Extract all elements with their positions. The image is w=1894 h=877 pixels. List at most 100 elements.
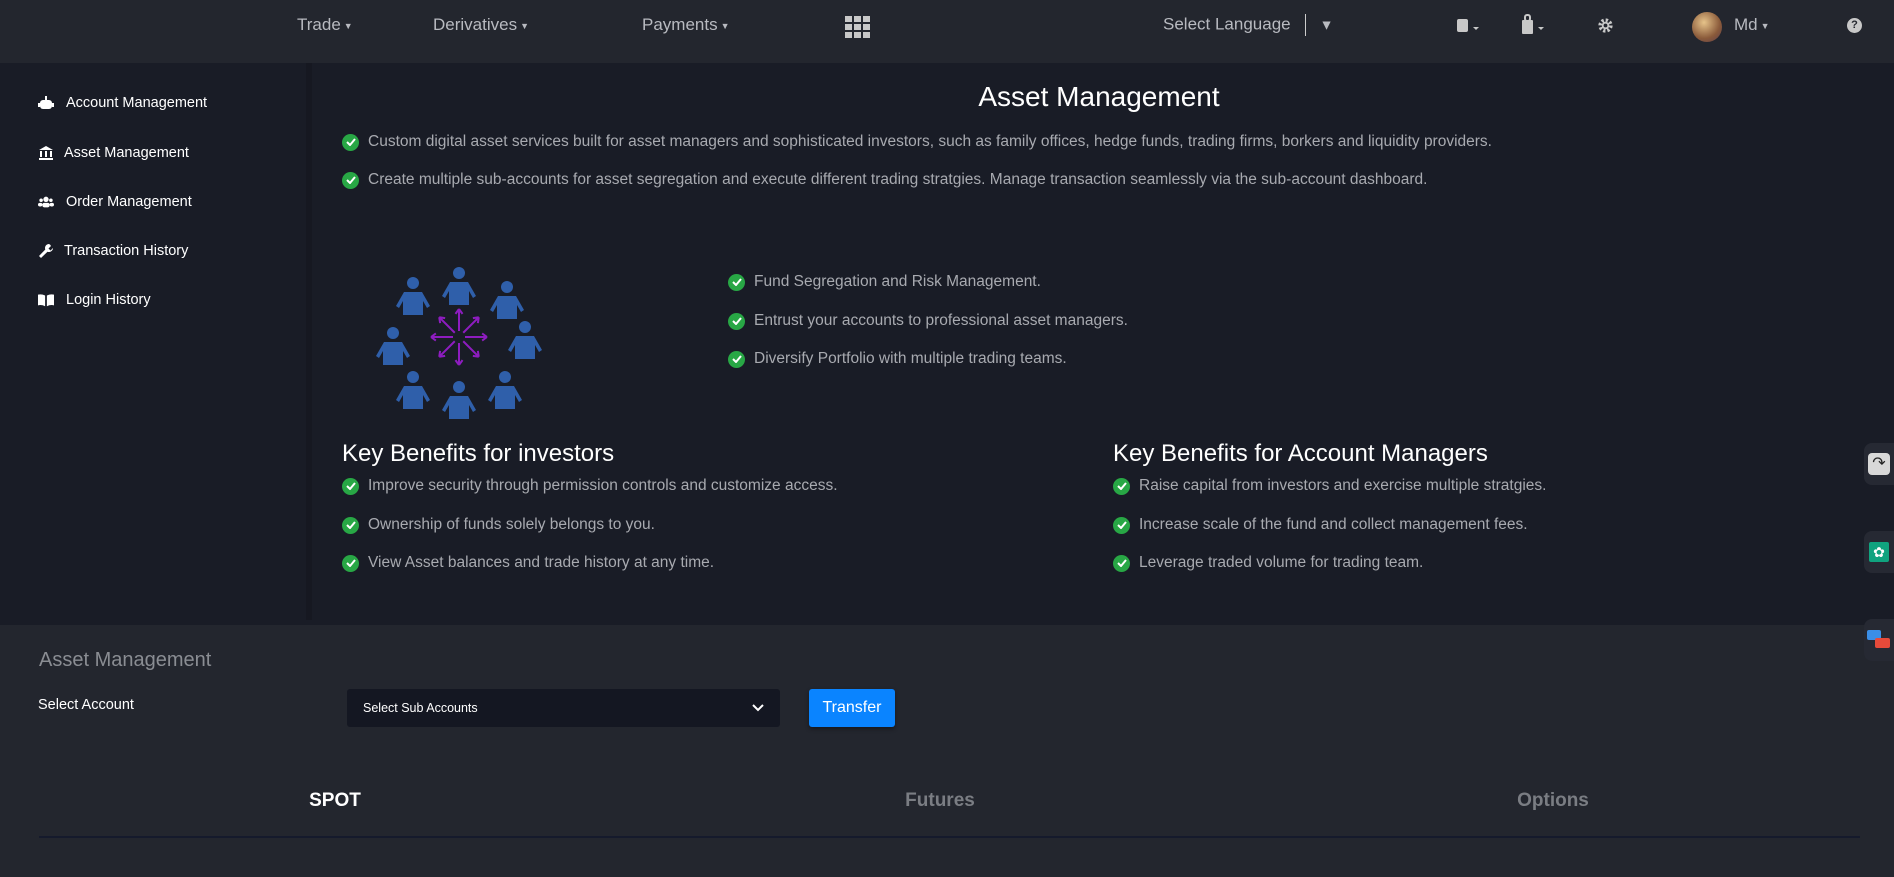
investor-benefit: Improve security through permission cont… [342, 477, 838, 495]
share-button[interactable]: ↷ [1864, 443, 1894, 485]
sidebar-item-transaction-history[interactable]: Transaction History [38, 243, 188, 259]
transfer-button[interactable]: Transfer [809, 689, 895, 727]
check-icon [728, 273, 745, 291]
nav-derivatives[interactable]: Derivatives ▼ [433, 15, 529, 35]
chat-button[interactable] [1864, 619, 1894, 661]
manager-benefit: Raise capital from investors and exercis… [1113, 477, 1546, 495]
nav-payments[interactable]: Payments ▼ [642, 15, 730, 35]
dropdown-triangle-icon: ▼ [1319, 16, 1334, 33]
chevron-down-icon [752, 704, 764, 712]
manager-benefit: Leverage traded volume for trading team. [1113, 554, 1423, 572]
arrow-icon [430, 332, 453, 342]
manager-benefit: Increase scale of the fund and collect m… [1113, 516, 1528, 534]
benefit-text: Increase scale of the fund and collect m… [1139, 516, 1528, 533]
user-name: Md [1734, 15, 1758, 34]
benefit-text: Raise capital from investors and exercis… [1139, 477, 1547, 494]
select-value: Select Sub Accounts [363, 701, 478, 715]
check-icon [342, 133, 359, 151]
section-title: Asset Management [39, 649, 212, 671]
check-icon [342, 477, 359, 495]
sidebar-item-account-management[interactable]: Account Management [38, 95, 207, 111]
check-icon [728, 350, 745, 368]
investor-benefit: Ownership of funds solely belongs to you… [342, 516, 655, 534]
arrow-icon [462, 316, 480, 334]
nav-trade[interactable]: Trade ▼ [297, 15, 353, 35]
arrow-icon [438, 340, 456, 358]
wallet-icon[interactable] [1520, 14, 1546, 36]
book-open-icon [38, 294, 54, 307]
person-icon [488, 371, 522, 409]
arrow-icon [462, 340, 480, 358]
benefit-text: Improve security through permission cont… [368, 477, 838, 494]
managers-heading: Key Benefits for Account Managers [1113, 440, 1488, 467]
bank-icon [39, 146, 53, 160]
person-icon [396, 371, 430, 409]
sidebar-item-label: Account Management [66, 95, 208, 111]
person-icon [376, 327, 410, 365]
share-icon: ↷ [1868, 453, 1890, 475]
feature-text: Diversify Portfolio with multiple tradin… [754, 350, 1067, 367]
wrench-icon [39, 244, 53, 258]
sidebar-item-label: Login History [66, 292, 151, 308]
benefit-text: Ownership of funds solely belongs to you… [368, 516, 655, 533]
asset-management-panel: Asset Management Select Account Select S… [0, 619, 1894, 877]
check-icon [728, 312, 745, 330]
benefit-text: View Asset balances and trade history at… [368, 554, 715, 571]
tab-options[interactable]: Options [1517, 790, 1589, 812]
book-icon[interactable] [1457, 18, 1481, 34]
avatar[interactable] [1692, 12, 1722, 42]
sidebar-item-label: Order Management [66, 194, 192, 210]
sidebar-item-label: Asset Management [64, 145, 189, 161]
gear-icon[interactable] [1598, 18, 1613, 33]
feature-item: Entrust your accounts to professional as… [728, 312, 1128, 330]
tab-spot[interactable]: SPOT [309, 790, 361, 812]
arrow-icon [454, 343, 464, 366]
chatgpt-icon: ✿ [1869, 542, 1889, 562]
arrow-icon [438, 316, 456, 334]
tab-futures[interactable]: Futures [905, 790, 975, 812]
investors-heading: Key Benefits for investors [342, 440, 615, 467]
user-menu[interactable]: Md ▼ [1734, 15, 1770, 35]
people-network-illustration [376, 267, 542, 419]
feature-item: Diversify Portfolio with multiple tradin… [728, 350, 1067, 368]
check-icon [1113, 554, 1130, 572]
nav-label: Payments [642, 15, 718, 34]
check-icon [1113, 477, 1130, 495]
sidebar-item-label: Transaction History [64, 243, 189, 259]
person-icon [442, 267, 476, 305]
check-icon [342, 171, 359, 189]
person-icon [508, 321, 542, 359]
robot-icon [38, 96, 54, 109]
check-icon [342, 554, 359, 572]
sub-account-select[interactable]: Select Sub Accounts [347, 689, 780, 727]
select-account-label: Select Account [38, 697, 134, 713]
chatgpt-button[interactable]: ✿ [1864, 531, 1894, 573]
top-nav: Trade ▼ Derivatives ▼ Payments ▼ Select Lan… [0, 0, 1894, 63]
check-icon [1113, 516, 1130, 534]
intro-text: Create multiple sub-accounts for asset s… [368, 171, 1428, 188]
feature-text: Entrust your accounts to professional as… [754, 312, 1128, 329]
person-icon [442, 381, 476, 419]
nav-label: Derivatives [433, 15, 518, 34]
sidebar-item-asset-management[interactable]: Asset Management [38, 145, 189, 161]
feature-text: Fund Segregation and Risk Management. [754, 273, 1041, 290]
investor-benefit: View Asset balances and trade history at… [342, 554, 714, 572]
sidebar-item-order-management[interactable]: Order Management [38, 194, 192, 210]
sidebar-item-login-history[interactable]: Login History [38, 292, 151, 308]
page-title: Asset Management [978, 81, 1220, 112]
apps-grid-icon[interactable] [845, 16, 871, 38]
chat-bubbles-icon [1867, 630, 1890, 648]
help-icon[interactable]: ? [1847, 18, 1862, 33]
arrow-icon [454, 308, 464, 331]
arrow-icon [465, 332, 488, 342]
asset-management-info: Asset Management Custom digital asset se… [318, 63, 1880, 620]
intro-text: Custom digital asset services built for … [368, 133, 1492, 150]
person-icon [490, 281, 524, 319]
language-select[interactable]: Select Language ▼ [1163, 14, 1333, 36]
tab-divider [39, 836, 1860, 838]
intro-item: Create multiple sub-accounts for asset s… [342, 171, 1427, 189]
intro-item: Custom digital asset services built for … [342, 133, 1492, 151]
users-icon [38, 196, 54, 208]
language-label: Select Language [1163, 14, 1291, 34]
feature-item: Fund Segregation and Risk Management. [728, 273, 1041, 291]
